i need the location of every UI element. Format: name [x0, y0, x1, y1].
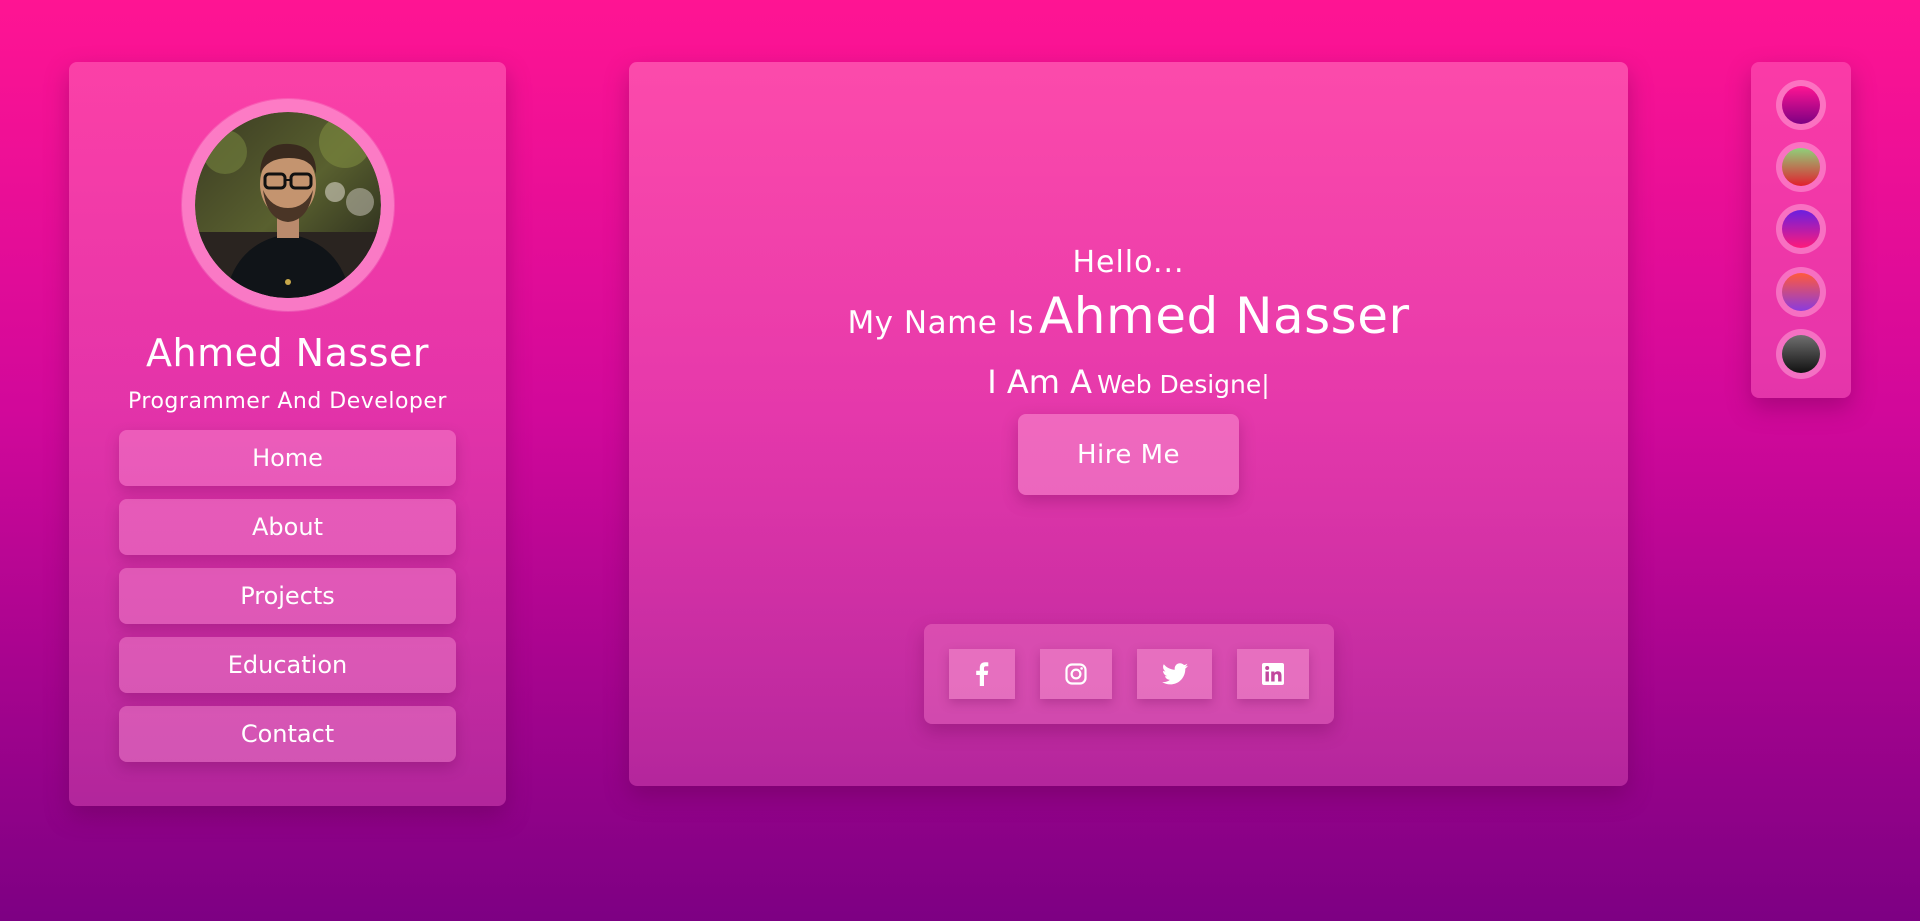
sidebar-nav: Home About Projects Education Contact — [119, 430, 456, 762]
instagram-icon — [1065, 663, 1087, 685]
hero-role-typed: Web Designe — [1097, 370, 1262, 399]
theme-swatch-orange-purple — [1782, 273, 1820, 311]
facebook-icon — [976, 662, 989, 686]
hero-name-line: My Name Is Ahmed Nasser — [629, 288, 1628, 356]
hero-name: Ahmed Nasser — [1039, 287, 1410, 345]
avatar — [194, 112, 381, 298]
profile-role: Programmer And Developer — [128, 389, 447, 414]
avatar-frame — [181, 99, 394, 311]
nav-item-about[interactable]: About — [119, 499, 456, 555]
theme-swatch-green-red — [1782, 148, 1820, 186]
profile-sidebar: Ahmed Nasser Programmer And Developer Ho… — [69, 62, 506, 806]
hero-card: Hello... My Name Is Ahmed Nasser I Am A … — [629, 62, 1628, 786]
theme-swatch[interactable] — [1776, 142, 1826, 192]
theme-swatch[interactable] — [1776, 80, 1826, 130]
twitter-link[interactable] — [1137, 649, 1212, 699]
linkedin-icon — [1262, 663, 1284, 685]
theme-picker — [1751, 62, 1851, 398]
theme-swatch-gray-black — [1782, 335, 1820, 373]
hero-text: Hello... My Name Is Ahmed Nasser I Am A … — [629, 244, 1628, 410]
profile-name: Ahmed Nasser — [146, 331, 429, 375]
hero-role-line: I Am A Web Designe| — [629, 360, 1628, 410]
hire-me-button[interactable]: Hire Me — [1018, 414, 1239, 495]
linkedin-link[interactable] — [1237, 649, 1309, 699]
nav-item-contact[interactable]: Contact — [119, 706, 456, 762]
hero-greeting: Hello... — [1072, 245, 1185, 280]
hero-role-prefix: I Am A — [987, 363, 1093, 401]
hero-name-prefix: My Name Is — [847, 305, 1034, 341]
twitter-icon — [1161, 663, 1188, 685]
nav-item-education[interactable]: Education — [119, 637, 456, 693]
theme-swatch-pink-purple — [1782, 86, 1820, 124]
social-links — [924, 624, 1334, 724]
nav-item-home[interactable]: Home — [119, 430, 456, 486]
theme-swatch[interactable] — [1776, 204, 1826, 254]
nav-item-projects[interactable]: Projects — [119, 568, 456, 624]
instagram-link[interactable] — [1040, 649, 1112, 699]
theme-swatch[interactable] — [1776, 267, 1826, 317]
facebook-link[interactable] — [949, 649, 1015, 699]
theme-swatch-violet-pink — [1782, 210, 1820, 248]
typing-cursor: | — [1261, 370, 1270, 399]
theme-swatch[interactable] — [1776, 329, 1826, 379]
